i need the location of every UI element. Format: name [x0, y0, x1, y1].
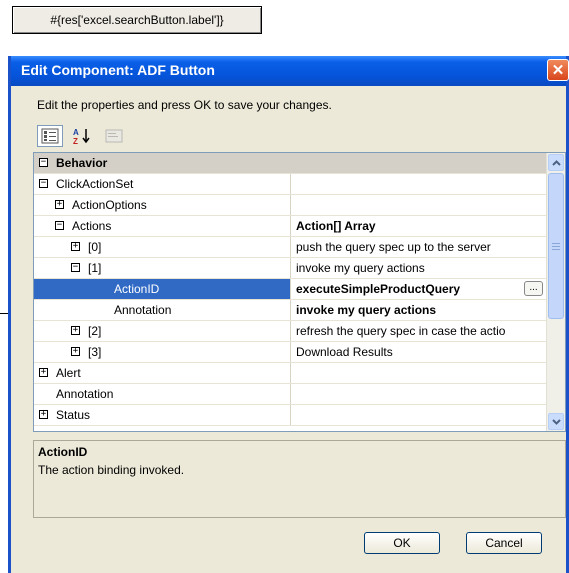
property-row[interactable]: + [2] refresh the query spec in case the… — [34, 321, 547, 342]
categorized-view-icon — [41, 128, 59, 144]
alphabetical-sort-icon: A Z — [73, 128, 90, 145]
property-name: [0] — [88, 240, 102, 254]
collapse-icon[interactable]: − — [71, 263, 80, 272]
expand-icon[interactable]: + — [71, 326, 80, 335]
category-row-behavior[interactable]: − Behavior — [34, 153, 547, 174]
ok-button[interactable]: OK — [364, 532, 440, 554]
expand-icon[interactable]: + — [71, 242, 80, 251]
expand-icon[interactable]: + — [55, 200, 64, 209]
property-name: ActionID — [114, 282, 160, 296]
alphabetical-button[interactable]: A Z — [69, 125, 95, 147]
property-name: Alert — [56, 366, 81, 380]
collapse-icon[interactable]: − — [39, 158, 48, 167]
property-name: [3] — [88, 345, 102, 359]
property-row[interactable]: + [0] push the query spec up to the serv… — [34, 237, 547, 258]
vertical-scrollbar[interactable] — [546, 153, 565, 431]
property-pages-icon — [105, 129, 123, 143]
close-icon: ✕ — [551, 62, 565, 79]
expand-icon[interactable]: + — [39, 368, 48, 377]
collapse-icon[interactable]: − — [39, 179, 48, 188]
property-name: Annotation — [56, 387, 114, 401]
property-value[interactable] — [292, 195, 547, 215]
description-title: ActionID — [38, 445, 88, 459]
scroll-thumb[interactable] — [548, 173, 564, 319]
divider-line — [0, 313, 8, 314]
property-name: ClickActionSet — [56, 177, 134, 191]
edit-component-dialog: Edit Component: ADF Button ✕ Edit the pr… — [8, 56, 569, 573]
dialog-title: Edit Component: ADF Button — [21, 62, 215, 78]
property-name: [2] — [88, 324, 102, 338]
property-row[interactable]: − ClickActionSet — [34, 174, 547, 195]
property-row[interactable]: + ActionOptions — [34, 195, 547, 216]
property-value[interactable]: refresh the query spec in case the actio — [292, 321, 547, 341]
property-row[interactable]: Annotation — [34, 384, 547, 405]
property-name: Actions — [72, 219, 112, 233]
property-row[interactable]: + [3] Download Results — [34, 342, 547, 363]
scroll-down-button[interactable] — [548, 413, 564, 430]
expand-icon[interactable]: + — [71, 347, 80, 356]
property-value[interactable]: invoke my query actions — [292, 300, 547, 320]
property-value[interactable] — [292, 174, 547, 194]
expand-icon[interactable]: + — [39, 410, 48, 419]
collapse-icon[interactable]: − — [55, 221, 64, 230]
categorized-button[interactable] — [37, 125, 63, 147]
property-value[interactable] — [292, 384, 547, 404]
svg-text:Z: Z — [73, 137, 78, 145]
property-name: Status — [56, 408, 91, 422]
property-row-selected[interactable]: ActionID executeSimpleProductQuery ... — [34, 279, 547, 300]
property-value[interactable]: push the query spec up to the server — [292, 237, 547, 257]
description-text: The action binding invoked. — [38, 463, 185, 477]
property-grid[interactable]: − Behavior − ClickActionSet + ActionOpti… — [33, 152, 566, 432]
property-row[interactable]: Annotation invoke my query actions — [34, 300, 547, 321]
property-value[interactable] — [292, 405, 547, 425]
property-row[interactable]: − [1] invoke my query actions — [34, 258, 547, 279]
property-name: Behavior — [56, 156, 108, 170]
property-value[interactable]: invoke my query actions — [292, 258, 547, 278]
property-value[interactable]: Action[] Array — [292, 216, 547, 236]
property-row[interactable]: + Status — [34, 405, 547, 426]
instructions-text: Edit the properties and press OK to save… — [37, 98, 332, 112]
cancel-button[interactable]: Cancel — [466, 532, 542, 554]
close-button[interactable]: ✕ — [547, 59, 569, 81]
property-toolbar: A Z — [37, 124, 127, 148]
chevron-up-icon — [551, 159, 561, 166]
search-button-label-field[interactable]: #{res['excel.searchButton.label']} — [12, 6, 262, 34]
property-name: [1] — [88, 261, 102, 275]
description-panel: ActionID The action binding invoked. — [33, 440, 566, 518]
property-value[interactable]: Download Results — [292, 342, 547, 362]
property-value[interactable] — [292, 363, 547, 383]
ellipsis-button[interactable]: ... — [524, 281, 543, 296]
property-name: ActionOptions — [72, 198, 147, 212]
scroll-up-button[interactable] — [548, 154, 564, 171]
dialog-titlebar: Edit Component: ADF Button ✕ — [11, 56, 569, 86]
chevron-down-icon — [551, 418, 561, 425]
property-row[interactable]: − Actions Action[] Array — [34, 216, 547, 237]
grip-icon — [552, 242, 560, 250]
property-pages-button[interactable] — [101, 125, 127, 147]
property-value[interactable]: executeSimpleProductQuery — [292, 279, 547, 299]
property-row[interactable]: + Alert — [34, 363, 547, 384]
property-name: Annotation — [114, 303, 172, 317]
svg-text:A: A — [73, 128, 79, 137]
